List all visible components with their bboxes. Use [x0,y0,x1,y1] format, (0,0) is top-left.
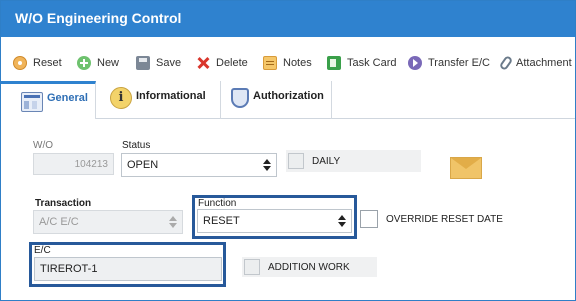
wo-label: W/O [33,140,53,151]
shield-icon [231,88,249,108]
floppy-icon [136,56,150,70]
transaction-label: Transaction [35,198,92,209]
paperclip-icon [498,54,514,72]
general-form: W/O 104213 Status OPEN DAILY Transaction… [1,120,575,300]
override-reset-date-label: OVERRIDE RESET DATE [386,213,503,225]
delete-label: Delete [216,57,248,69]
wo-field: 104213 [33,153,114,175]
daily-label: DAILY [312,155,341,167]
notes-button[interactable]: Notes [263,53,312,73]
tab-bar: General i Informational Authorization [1,81,575,119]
tab-general-label: General [47,92,88,104]
daily-group: DAILY [286,150,421,172]
addition-work-checkbox[interactable] [244,259,260,275]
notes-label: Notes [283,57,312,69]
tab-authorization[interactable]: Authorization [221,81,332,119]
window-title: W/O Engineering Control [15,10,182,26]
wo-value: 104213 [74,158,108,170]
task-card-label: Task Card [347,57,397,69]
reset-button[interactable]: Reset [13,53,62,73]
function-label: Function [198,198,237,209]
reset-icon [13,56,27,70]
addition-work-group: ADDITION WORK [242,257,377,277]
arrow-circle-icon [408,56,422,70]
tab-informational[interactable]: i Informational [96,81,221,119]
function-value: RESET [203,215,240,227]
transfer-ec-label: Transfer E/C [428,57,490,69]
transaction-select: A/C E/C [33,210,183,234]
delete-button[interactable]: Delete [196,53,248,73]
plus-circle-icon [77,56,91,70]
save-button[interactable]: Save [136,53,181,73]
ec-label: E/C [34,245,51,256]
toolbar: Reset New Save Delete Notes Task Card Tr… [1,49,575,77]
updown-caret-icon [263,159,271,171]
reset-label: Reset [33,57,62,69]
override-reset-date-group: OVERRIDE RESET DATE [360,208,515,230]
transaction-value: A/C E/C [39,216,79,228]
updown-caret-icon [169,216,177,228]
engineering-control-window: W/O Engineering Control Reset New Save D… [0,0,576,301]
status-value: OPEN [127,159,159,171]
tab-general[interactable]: General [1,81,96,119]
function-select[interactable]: RESET [197,209,352,233]
new-label: New [97,57,120,69]
tab-informational-label: Informational [136,90,206,102]
attachment-button[interactable]: Attachment [498,53,572,73]
ec-field[interactable]: TIREROT-1 [34,257,222,281]
override-reset-date-checkbox[interactable] [360,210,378,228]
notes-icon [263,56,277,70]
tab-authorization-label: Authorization [253,90,324,102]
title-bar: W/O Engineering Control [1,1,575,37]
x-icon [196,56,210,70]
status-label: Status [122,140,151,151]
task-card-button[interactable]: Task Card [327,53,397,73]
daily-checkbox[interactable] [288,153,304,169]
form-icon [21,92,43,112]
task-card-icon [327,56,341,70]
envelope-icon[interactable] [450,157,482,179]
addition-work-label: ADDITION WORK [268,261,350,273]
transfer-ec-button[interactable]: Transfer E/C [408,53,490,73]
status-select[interactable]: OPEN [121,153,277,177]
ec-value: TIREROT-1 [40,263,98,275]
attachment-label: Attachment [516,57,572,69]
info-icon: i [110,87,132,109]
new-button[interactable]: New [77,53,119,73]
save-label: Save [156,57,182,69]
updown-caret-icon [338,215,346,227]
